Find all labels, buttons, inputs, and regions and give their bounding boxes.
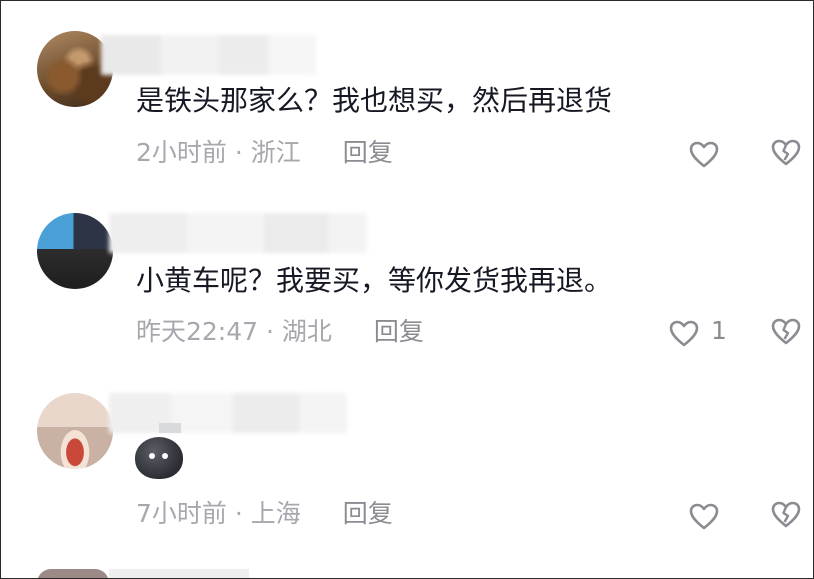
avatar[interactable] xyxy=(37,393,113,469)
username-blurred[interactable] xyxy=(109,393,347,433)
comment-item: 是铁头那家么？我也想买，然后再退货 2小时前 · 浙江 回复 xyxy=(1,1,813,191)
comment-text: 是铁头那家么？我也想买，然后再退货 xyxy=(136,84,613,117)
dark-blob-emoji-icon xyxy=(135,437,183,479)
comment-time: 2小时前 xyxy=(136,138,227,167)
comment-meta: 昨天22:47 · 湖北 回复 xyxy=(136,317,424,347)
avatar[interactable] xyxy=(37,569,109,578)
like-count: 1 xyxy=(711,316,727,345)
comment-list: 是铁头那家么？我也想买，然后再退货 2小时前 · 浙江 回复 小黄车呢？我要买，… xyxy=(0,0,814,579)
comment-location: 浙江 xyxy=(250,138,301,167)
comment-location: 湖北 xyxy=(281,317,332,346)
comment-time: 昨天22:47 xyxy=(136,317,259,346)
broken-heart-icon xyxy=(771,501,801,528)
broken-heart-icon xyxy=(771,139,801,166)
comment-meta: 2小时前 · 浙江 回复 xyxy=(136,138,393,168)
dislike-button[interactable] xyxy=(771,139,805,169)
dislike-button[interactable] xyxy=(771,501,805,531)
comment-meta: 7小时前 · 上海 回复 xyxy=(136,499,393,529)
heart-outline-icon xyxy=(689,503,719,529)
heart-outline-icon xyxy=(669,320,699,346)
reply-button[interactable]: 回复 xyxy=(374,317,424,346)
heart-outline-icon xyxy=(689,141,719,167)
like-button[interactable] xyxy=(689,501,723,531)
comment-item: 7小时前 · 上海 回复 xyxy=(1,371,813,571)
reply-button[interactable]: 回复 xyxy=(343,138,393,167)
comment-text: 小黄车呢？我要买，等你发货我再退。 xyxy=(136,264,613,297)
username-blurred[interactable] xyxy=(109,569,249,578)
comment-time: 7小时前 xyxy=(136,499,227,528)
comment-location: 上海 xyxy=(250,499,301,528)
avatar[interactable] xyxy=(37,213,113,289)
like-button[interactable] xyxy=(689,139,723,169)
meta-separator: · xyxy=(234,138,243,167)
broken-heart-icon xyxy=(771,318,801,345)
dislike-button[interactable] xyxy=(771,318,805,348)
reply-button[interactable]: 回复 xyxy=(343,499,393,528)
meta-separator: · xyxy=(234,499,243,528)
blur-bar xyxy=(159,423,181,433)
username-blurred[interactable] xyxy=(109,213,367,253)
comment-item: 小黄车呢？我要买，等你发货我再退。 昨天22:47 · 湖北 回复 1 xyxy=(1,191,813,371)
meta-separator: · xyxy=(266,317,274,346)
username-blurred[interactable] xyxy=(101,35,316,75)
like-button[interactable] xyxy=(669,318,703,348)
